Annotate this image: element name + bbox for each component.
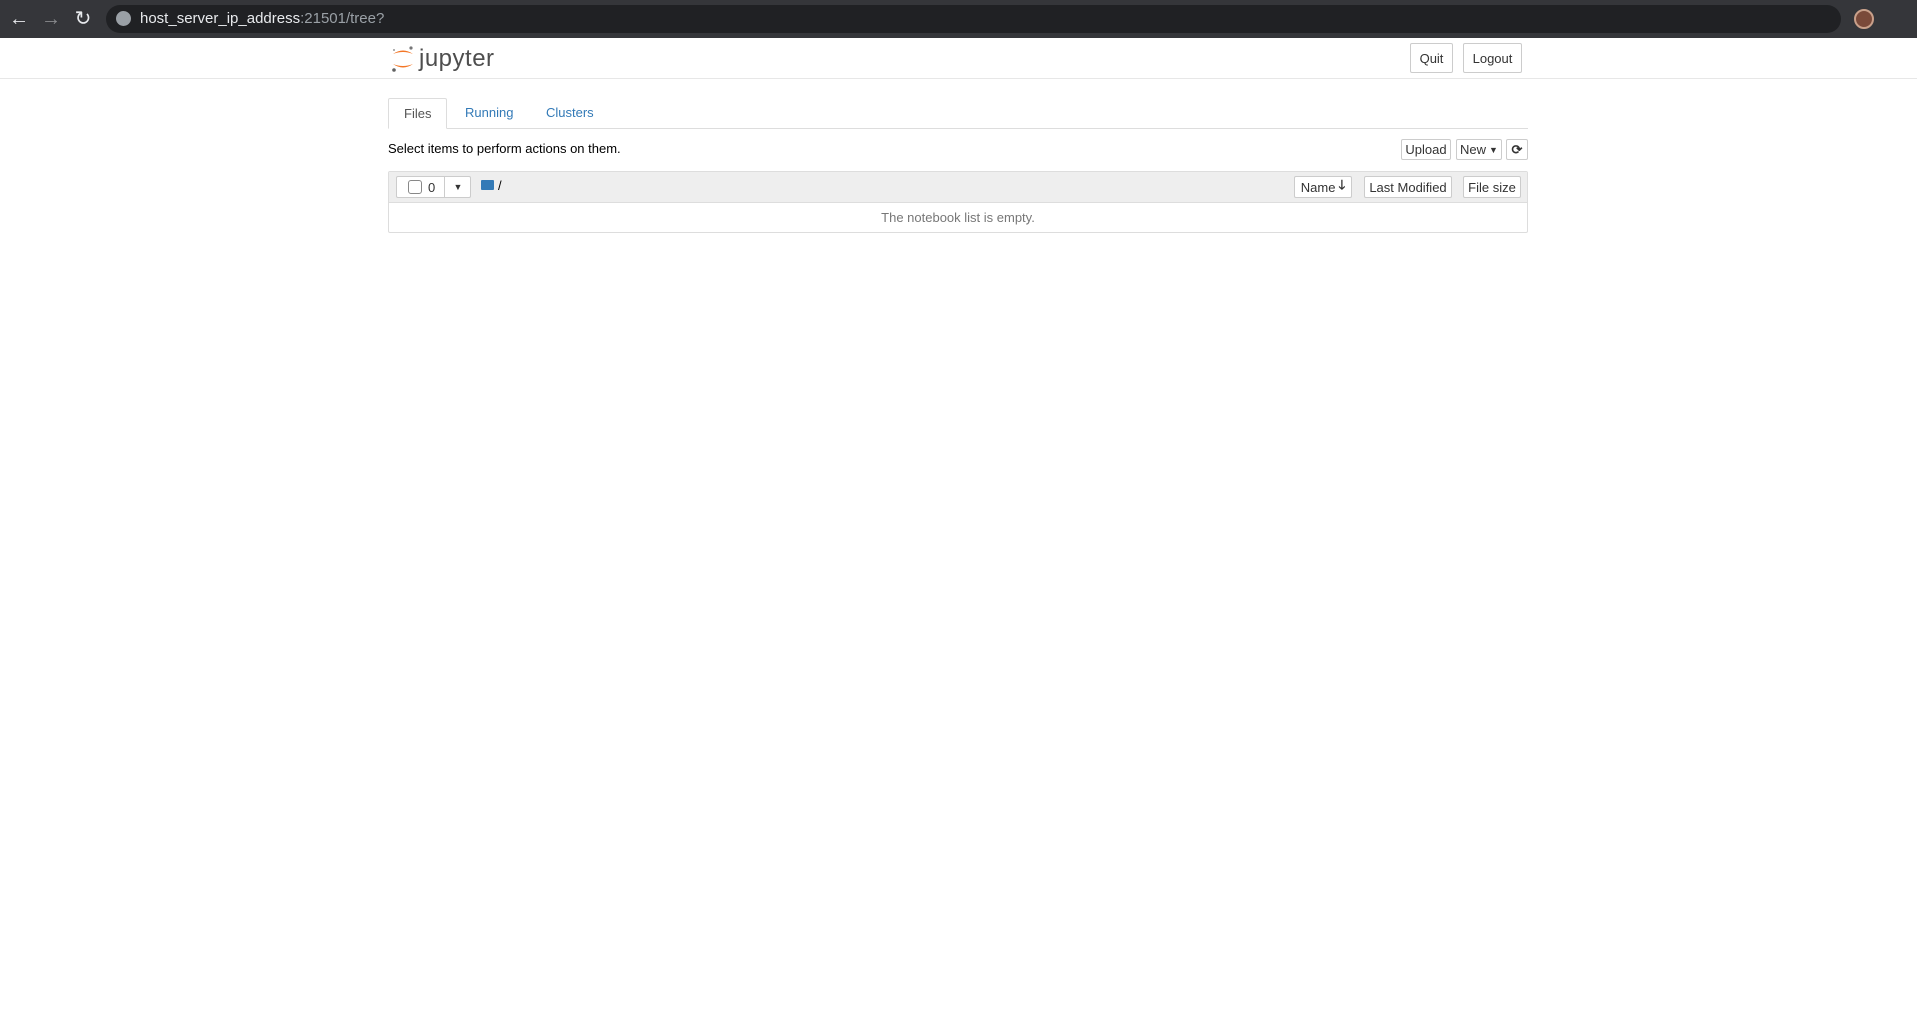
new-label: New (1460, 142, 1487, 157)
forward-icon[interactable]: → (40, 8, 62, 30)
select-all-group: 0 ▼ (396, 176, 471, 198)
folder-icon[interactable] (481, 180, 494, 190)
logo-text: jupyter (419, 45, 495, 72)
logout-button[interactable]: Logout (1463, 43, 1522, 73)
page-header: jupyter Quit Logout (0, 38, 1917, 79)
refresh-button[interactable]: ⟳ (1506, 139, 1528, 160)
tab-clusters[interactable]: Clusters (531, 98, 609, 129)
url-text: host_server_ip_address:21501/tree? (140, 10, 384, 27)
name-column-label: Name (1300, 179, 1336, 195)
jupyter-logo[interactable]: jupyter (391, 44, 495, 74)
quit-button[interactable]: Quit (1410, 43, 1453, 73)
tab-running[interactable]: Running (450, 98, 528, 129)
tab-files[interactable]: Files (388, 98, 448, 129)
refresh-icon: ⟳ (1511, 141, 1523, 157)
sort-by-last-modified-button[interactable]: Last Modified (1364, 176, 1452, 198)
browser-toolbar: ← → ↻ host_server_ip_address:21501/tree? (0, 0, 1917, 38)
breadcrumb-root[interactable]: / (498, 178, 502, 193)
profile-avatar[interactable] (1854, 9, 1874, 29)
select-all-checkbox[interactable] (408, 180, 422, 194)
jupyter-logo-icon (392, 46, 413, 72)
url-path: :21501/tree? (300, 10, 385, 27)
new-dropdown-button[interactable]: New ▼ (1456, 139, 1502, 160)
caret-down-icon: ▼ (1489, 144, 1498, 155)
upload-button[interactable]: Upload (1401, 139, 1451, 160)
sort-by-file-size-button[interactable]: File size (1463, 176, 1521, 198)
url-host: host_server_ip_address (140, 10, 301, 27)
selection-dropdown[interactable]: ▼ (444, 177, 471, 197)
empty-list-message: The notebook list is empty. (881, 210, 1035, 225)
selection-hint: Select items to perform actions on them. (388, 141, 621, 156)
list-header: 0 ▼ / Name 🡓 Last Modified File size (389, 172, 1527, 203)
selected-count: 0 (428, 179, 436, 195)
arrow-down-icon: 🡓 (1338, 177, 1346, 192)
reload-icon[interactable]: ↻ (72, 8, 94, 30)
address-bar[interactable]: host_server_ip_address:21501/tree? (106, 5, 1841, 33)
site-info-icon[interactable] (116, 11, 131, 26)
tab-bar: Files Running Clusters (388, 98, 1528, 129)
sort-by-name-button[interactable]: Name 🡓 (1294, 176, 1352, 198)
back-icon[interactable]: ← (8, 8, 30, 30)
notebook-list: 0 ▼ / Name 🡓 Last Modified File size The … (388, 171, 1528, 233)
